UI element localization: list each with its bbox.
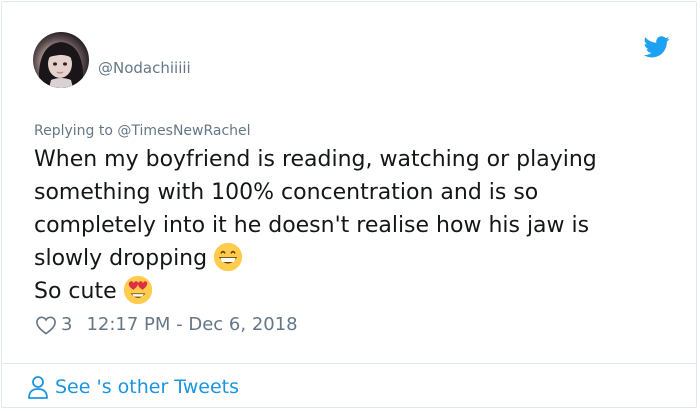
twitter-bird-icon[interactable] bbox=[644, 36, 670, 58]
tweet-line-5: So cute bbox=[34, 279, 117, 304]
avatar[interactable] bbox=[33, 32, 89, 88]
tweet-line-4-wrap: slowly dropping bbox=[34, 242, 674, 275]
tweet-text: When my boyfriend is reading, watching o… bbox=[34, 143, 674, 308]
tweet-line-1: When my boyfriend is reading, watching o… bbox=[34, 147, 597, 172]
person-icon bbox=[28, 376, 48, 399]
heart-eyes-emoji-icon bbox=[123, 275, 152, 305]
tweet-card: @Nodachiiiii Replying to @TimesNewRachel… bbox=[1, 1, 697, 408]
tweet-meta: 3 12:17 PM - Dec 6, 2018 bbox=[35, 314, 298, 335]
user-handle[interactable]: @Nodachiiiii bbox=[98, 59, 191, 77]
tweet-line-4: slowly dropping bbox=[34, 246, 208, 271]
heart-outline-icon[interactable] bbox=[35, 315, 57, 335]
tweet-line-5-wrap: So cute bbox=[34, 275, 674, 308]
grinning-face-emoji-icon bbox=[213, 242, 243, 272]
see-other-tweets-label[interactable]: See 's other Tweets bbox=[55, 376, 239, 398]
reply-context: Replying to @TimesNewRachel bbox=[34, 123, 251, 139]
timestamp[interactable]: 12:17 PM - Dec 6, 2018 bbox=[86, 314, 297, 335]
tweet-line-3: completely into it he doesn't realise ho… bbox=[34, 213, 590, 238]
like-count[interactable]: 3 bbox=[61, 314, 72, 335]
see-other-tweets-link[interactable]: See 's other Tweets bbox=[27, 374, 239, 400]
divider bbox=[2, 363, 696, 364]
tweet-line-2: something with 100% concentration and is… bbox=[34, 180, 539, 205]
reply-prefix: Replying to bbox=[34, 123, 113, 139]
avatar-image bbox=[39, 42, 83, 88]
reply-to-link[interactable]: @TimesNewRachel bbox=[117, 123, 250, 139]
